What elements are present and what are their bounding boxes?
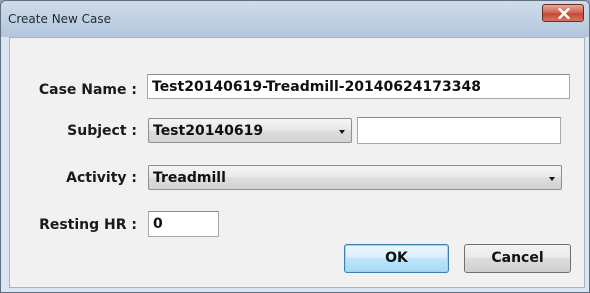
activity-label: Activity :: [66, 170, 137, 186]
resting-hr-label: Resting HR :: [39, 217, 137, 233]
chevron-down-icon: [339, 130, 345, 134]
chevron-down-icon: [549, 177, 555, 181]
activity-dropdown[interactable]: Treadmill: [148, 165, 562, 190]
cancel-button[interactable]: Cancel: [464, 244, 571, 273]
dialog-body: Case Name : Test20140619-Treadmill-20140…: [9, 37, 585, 288]
subject-label: Subject :: [67, 123, 137, 139]
subject-extra-input[interactable]: [357, 117, 561, 144]
case-name-input[interactable]: Test20140619-Treadmill-20140624173348: [147, 74, 570, 99]
title-bar[interactable]: Create New Case: [1, 1, 589, 37]
case-name-label: Case Name :: [38, 82, 137, 98]
subject-selected-value: Test20140619: [153, 123, 264, 139]
activity-selected-value: Treadmill: [153, 170, 226, 186]
ok-button[interactable]: OK: [344, 244, 449, 273]
resting-hr-input[interactable]: 0: [148, 211, 219, 237]
close-icon: [558, 8, 570, 19]
dialog-title: Create New Case: [8, 12, 112, 26]
create-new-case-dialog: Create New Case Case Name : Test20140619…: [0, 0, 590, 293]
close-button[interactable]: [542, 4, 584, 22]
subject-dropdown[interactable]: Test20140619: [148, 118, 352, 143]
